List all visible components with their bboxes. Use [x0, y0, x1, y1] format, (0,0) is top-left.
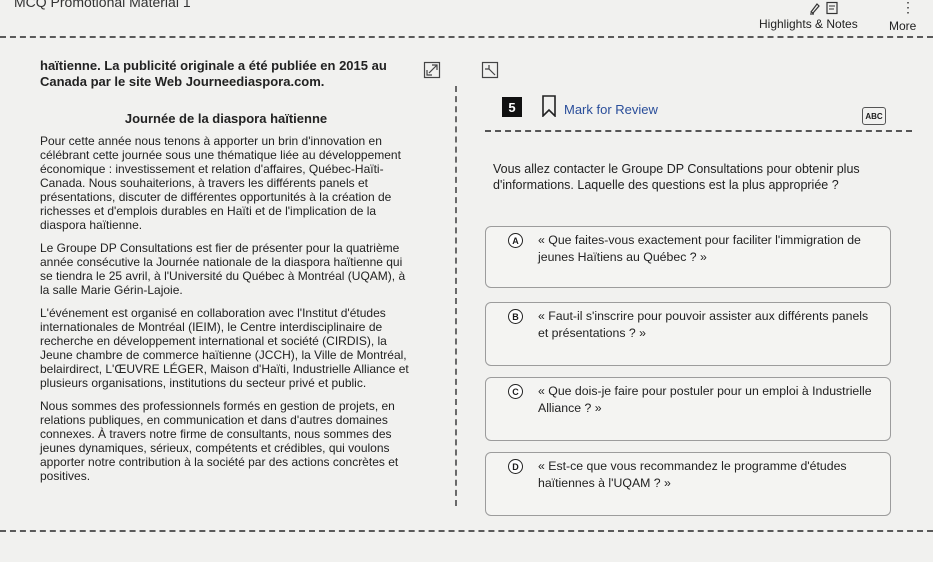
- option-text: « Est-ce que vous recommandez le program…: [538, 459, 847, 490]
- option-text: « Faut-il s'inscrire pour pouvoir assist…: [538, 309, 869, 340]
- passage-paragraph: Le Groupe DP Consultations est fier de p…: [40, 241, 406, 297]
- app-title: MCQ Promotional Material 1: [14, 0, 191, 10]
- passage-panel: haïtienne. La publicité originale a été …: [40, 58, 412, 492]
- collapse-passage-button[interactable]: [480, 61, 500, 84]
- question-header-divider: [485, 130, 912, 132]
- question-prompt: Vous allez contacter le Groupe DP Consul…: [493, 162, 860, 192]
- column-divider: [455, 86, 457, 506]
- bookmark-icon[interactable]: [541, 95, 557, 122]
- collapse-icon: [481, 61, 499, 84]
- answer-option-a[interactable]: A « Que faites-vous exactement pour faci…: [485, 226, 891, 288]
- option-letter: B: [508, 309, 523, 324]
- option-letter: C: [508, 384, 523, 399]
- answer-option-b[interactable]: B « Faut-il s'inscrire pour pouvoir assi…: [485, 302, 891, 366]
- expand-passage-button[interactable]: [422, 61, 442, 84]
- question-number: 5: [502, 97, 522, 117]
- passage-paragraph: L'événement est organisé en collaboratio…: [40, 306, 409, 390]
- passage-heading: Journée de la diaspora haïtienne: [124, 111, 328, 126]
- passage-paragraph: Nous sommes des professionnels formés en…: [40, 399, 399, 483]
- answer-eliminator-button[interactable]: ABC: [862, 107, 886, 125]
- passage-intro: haïtienne. La publicité originale a été …: [40, 58, 387, 89]
- header-divider: [0, 36, 933, 38]
- answer-option-d[interactable]: D « Est-ce que vous recommandez le progr…: [485, 452, 891, 516]
- expand-icon: [423, 61, 441, 84]
- answer-option-c[interactable]: C « Que dois-je faire pour postuler pour…: [485, 377, 891, 441]
- more-button[interactable]: More: [889, 19, 916, 33]
- footer-divider: [0, 530, 933, 532]
- option-text: « Que faites-vous exactement pour facili…: [538, 233, 861, 264]
- option-letter: D: [508, 459, 523, 474]
- more-vertical-icon[interactable]: ⋮: [901, 0, 915, 14]
- mark-for-review-button[interactable]: Mark for Review: [564, 102, 658, 117]
- passage-paragraph: Pour cette année nous tenons à apporter …: [40, 134, 401, 232]
- highlights-notes-button[interactable]: Highlights & Notes: [759, 17, 858, 31]
- top-bar: MCQ Promotional Material 1 Highlights & …: [0, 0, 933, 38]
- option-text: « Que dois-je faire pour postuler pour u…: [538, 384, 872, 415]
- option-letter: A: [508, 233, 523, 248]
